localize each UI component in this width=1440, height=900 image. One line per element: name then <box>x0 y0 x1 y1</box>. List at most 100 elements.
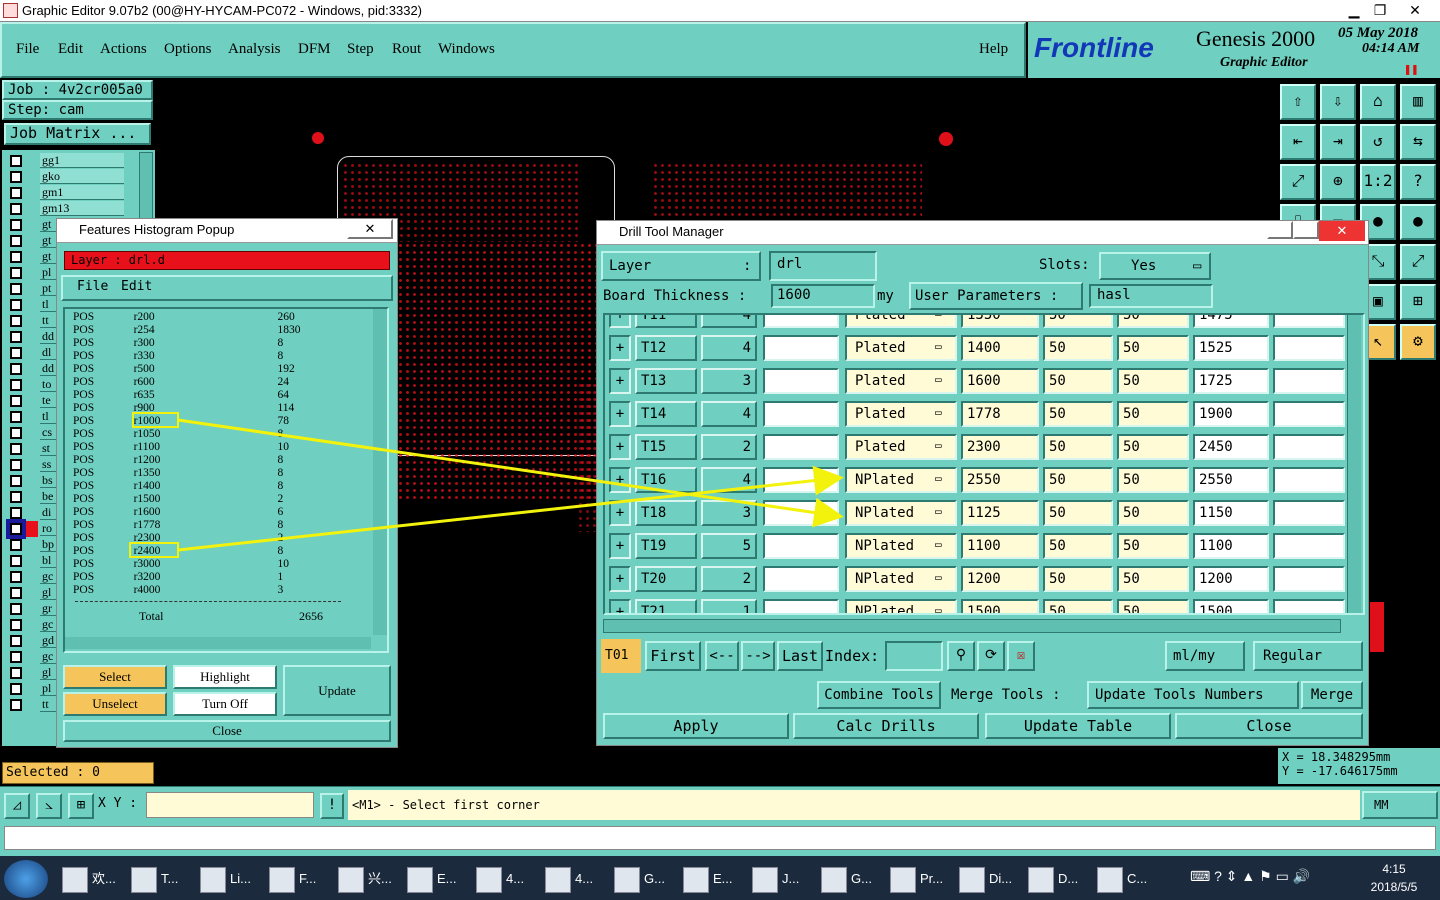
histogram-row[interactable]: POS r1200 8 <box>73 454 333 467</box>
layer-checkbox[interactable] <box>10 667 22 679</box>
drill-size[interactable]: 1125 <box>961 500 1039 526</box>
layer-checkbox[interactable] <box>10 331 22 343</box>
layer-checkbox[interactable] <box>10 219 22 231</box>
drill-tool-row[interactable]: + T13 3 Plated ▭ 1600 50 50 1725 <box>605 365 1345 398</box>
user-field[interactable] <box>763 368 839 394</box>
tolerance-plus[interactable]: 50 <box>1043 315 1113 328</box>
drill-tool-row[interactable]: + T16 4 NPlated ▭ 2550 50 50 2550 <box>605 464 1345 497</box>
finish-size[interactable]: 1475 <box>1193 315 1269 328</box>
layer-checkbox[interactable] <box>10 635 22 647</box>
extra-field[interactable] <box>1273 335 1345 361</box>
delete-icon[interactable]: ☒ <box>1007 641 1035 671</box>
board-thickness-field[interactable]: 1600 <box>771 284 875 308</box>
taskbar-item[interactable]: C... <box>1093 862 1159 896</box>
layout-icon[interactable]: ▥ <box>1400 84 1436 120</box>
histogram-row[interactable]: POS r1500 2 <box>73 493 333 506</box>
layer-checkbox[interactable] <box>10 603 22 615</box>
layer-checkbox[interactable] <box>10 491 22 503</box>
taskbar-item[interactable]: 4... <box>472 862 538 896</box>
last-icon[interactable]: ⇥ <box>1320 124 1356 160</box>
tolerance-minus[interactable]: 50 <box>1117 566 1189 592</box>
extra-field[interactable] <box>1273 599 1345 613</box>
histogram-row[interactable]: POS r254 1830 <box>73 324 333 337</box>
tolerance-plus[interactable]: 50 <box>1043 434 1113 460</box>
first-icon[interactable]: ⇤ <box>1280 124 1316 160</box>
taskbar-item[interactable]: D... <box>1024 862 1090 896</box>
histogram-row[interactable]: POS r635 64 <box>73 389 333 402</box>
swap-icon[interactable]: ⇆ <box>1400 124 1436 160</box>
tolerance-minus[interactable]: 50 <box>1117 368 1189 394</box>
drill-tool-row[interactable]: + T18 3 NPlated ▭ 1125 50 50 1150 <box>605 497 1345 530</box>
tolerance-plus[interactable]: 50 <box>1043 368 1113 394</box>
expand-icon[interactable]: + <box>609 335 631 361</box>
start-button[interactable] <box>4 860 48 898</box>
close-icon[interactable]: ✕ <box>1319 221 1365 241</box>
histogram-row[interactable]: POS r1100 10 <box>73 441 333 454</box>
user-field[interactable] <box>763 566 839 592</box>
highlight-button[interactable]: Highlight <box>173 665 277 689</box>
extra-field[interactable] <box>1273 566 1345 592</box>
extra-field[interactable] <box>1273 467 1345 493</box>
job-matrix-button[interactable]: Job Matrix ... <box>4 123 151 145</box>
menu-actions[interactable]: Actions <box>100 41 147 58</box>
drill-tool-row[interactable]: + T11 4 Plated ▭ 1350 50 50 1475 <box>605 315 1345 332</box>
taskbar-item[interactable]: Di... <box>955 862 1021 896</box>
histogram-row[interactable]: POS r1050 8 <box>73 428 333 441</box>
histogram-hscroll[interactable] <box>65 637 371 649</box>
shape-icon[interactable]: ⊞ <box>1400 284 1436 320</box>
combine-tools-button[interactable]: Combine Tools <box>817 681 941 709</box>
mode-dropdown[interactable]: Regular <box>1253 641 1363 671</box>
user-field[interactable] <box>763 434 839 460</box>
taskbar-item[interactable]: Li... <box>196 862 262 896</box>
layer-checkbox[interactable] <box>10 571 22 583</box>
expand-icon[interactable]: + <box>609 401 631 427</box>
drill-size[interactable]: 1400 <box>961 335 1039 361</box>
drill-size[interactable]: 1778 <box>961 401 1039 427</box>
layer-checkbox[interactable] <box>10 475 22 487</box>
layer-checkbox[interactable] <box>10 459 22 471</box>
extra-field[interactable] <box>1273 368 1345 394</box>
slots-dropdown[interactable]: Yes ▭ <box>1099 252 1211 280</box>
warning-icon[interactable]: ! <box>320 793 344 819</box>
layer-checkbox[interactable] <box>10 411 22 423</box>
histogram-row[interactable]: POS r300 8 <box>73 337 333 350</box>
calc-drills-button[interactable]: Calc Drills <box>793 713 979 739</box>
drill-close-button[interactable]: Close <box>1175 713 1363 739</box>
layer-checkbox[interactable] <box>10 155 22 167</box>
measure-icon[interactable]: ⦣ <box>36 793 62 819</box>
layer-row[interactable]: gko <box>2 169 138 185</box>
minimize-button[interactable]: ▁ <box>1340 0 1368 20</box>
zoom-icon[interactable]: ⊕ <box>1320 164 1356 200</box>
turn-off-button[interactable]: Turn Off <box>173 692 277 716</box>
user-parameters-button[interactable]: User Parameters : <box>909 282 1083 310</box>
update-tools-numbers-dropdown[interactable]: Update Tools Numbers <box>1087 681 1299 709</box>
first-button[interactable]: First <box>645 641 701 671</box>
layer-checkbox[interactable] <box>10 379 22 391</box>
histogram-row[interactable]: POS r500 192 <box>73 363 333 376</box>
histogram-row[interactable]: POS r1778 8 <box>73 519 333 532</box>
taskbar-item[interactable]: T... <box>127 862 193 896</box>
drill-size[interactable]: 1200 <box>961 566 1039 592</box>
menu-step[interactable]: Step <box>347 41 374 58</box>
expand-icon[interactable]: + <box>609 599 631 613</box>
layer-checkbox[interactable] <box>10 619 22 631</box>
taskbar-item[interactable]: G... <box>610 862 676 896</box>
drill-tool-row[interactable]: + T15 2 Plated ▭ 2300 50 50 2450 <box>605 431 1345 464</box>
drill-size[interactable]: 2300 <box>961 434 1039 460</box>
settings-icon[interactable]: ⚙ <box>1400 324 1436 360</box>
histogram-row[interactable]: POS r1400 8 <box>73 480 333 493</box>
finish-size[interactable]: 2450 <box>1193 434 1269 460</box>
update-table-button[interactable]: Update Table <box>985 713 1171 739</box>
layer-checkbox[interactable] <box>10 507 22 519</box>
layer-checkbox[interactable] <box>10 683 22 695</box>
finish-size[interactable]: 1525 <box>1193 335 1269 361</box>
menu-edit[interactable]: Edit <box>58 41 83 58</box>
layer-checkbox[interactable] <box>10 267 22 279</box>
select-button[interactable]: Select <box>63 665 167 689</box>
user-field[interactable] <box>763 401 839 427</box>
layer-checkbox[interactable] <box>10 587 22 599</box>
user-field[interactable] <box>763 599 839 613</box>
command-input[interactable] <box>4 826 1436 850</box>
restore-button[interactable]: ❐ <box>1366 0 1394 20</box>
drill-hscroll[interactable] <box>603 619 1341 633</box>
